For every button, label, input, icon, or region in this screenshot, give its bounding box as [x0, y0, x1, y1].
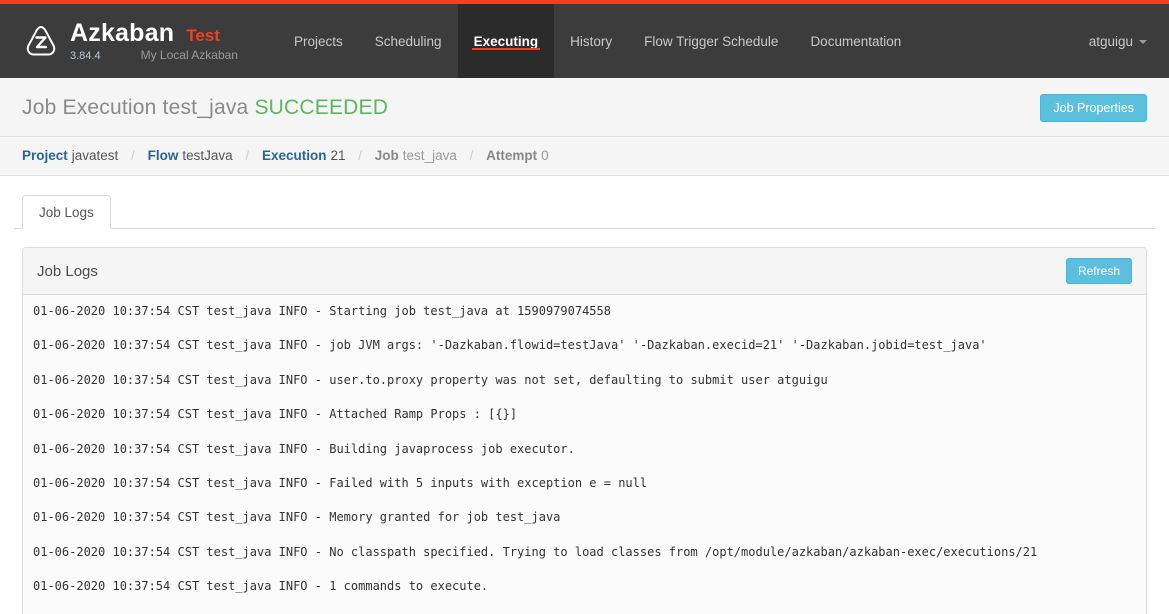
- nav-item-projects[interactable]: Projects: [278, 4, 359, 78]
- breadcrumb-value-job: test_java: [402, 148, 457, 163]
- job-logs-body[interactable]: 01-06-2020 10:37:54 CST test_java INFO -…: [23, 295, 1146, 614]
- refresh-button[interactable]: Refresh: [1065, 258, 1132, 284]
- azkaban-logo-icon: [22, 23, 60, 61]
- breadcrumb-value-project: javatest: [71, 148, 119, 163]
- navbar-right: atguigu: [1089, 4, 1169, 78]
- log-line-prefix: 01-06-2020 10:37:54 CST test_java INFO -: [33, 372, 330, 387]
- breadcrumb-label-flow: Flow: [147, 148, 179, 163]
- log-line-message: 1 commands to execute.: [329, 579, 489, 594]
- job-logs-panel-heading: Job Logs Refresh: [23, 248, 1146, 295]
- status-badge: SUCCEEDED: [254, 96, 389, 119]
- job-logs-panel: Job Logs Refresh 01-06-2020 10:37:54 CST…: [22, 247, 1147, 614]
- log-line: 01-06-2020 10:37:54 CST test_java INFO -…: [33, 441, 1146, 458]
- page-header-actions: Job Properties: [1040, 94, 1147, 122]
- breadcrumb-item-execution[interactable]: Execution 21: [262, 148, 346, 163]
- nav-item-executing[interactable]: Executing: [457, 4, 555, 78]
- breadcrumb-separator: /: [131, 148, 135, 163]
- tab-job-logs[interactable]: Job Logs: [22, 195, 111, 229]
- nav-item-documentation[interactable]: Documentation: [794, 4, 917, 78]
- breadcrumb-separator: /: [245, 148, 250, 163]
- breadcrumb-item-project[interactable]: Project javatest: [22, 148, 118, 163]
- page-title-text: Job Execution test_java: [22, 96, 249, 119]
- nav-item-flow-trigger-schedule[interactable]: Flow Trigger Schedule: [628, 4, 794, 78]
- log-line: 01-06-2020 10:37:54 CST test_java INFO -…: [33, 509, 1146, 526]
- log-line: 01-06-2020 10:37:54 CST test_java INFO -…: [33, 303, 1146, 320]
- log-line-prefix: 01-06-2020 10:37:54 CST test_java INFO -: [33, 544, 330, 559]
- brand-area[interactable]: Azkaban Test 3.84.4 My Local Azkaban: [0, 4, 248, 78]
- log-line-message: job JVM args: '-Dazkaban.flowid=testJava…: [329, 338, 987, 353]
- log-line-prefix: 01-06-2020 10:37:54 CST test_java INFO -: [33, 475, 330, 490]
- log-line-message: user.to.proxy property was not set, defa…: [329, 372, 828, 387]
- chevron-down-icon: [1139, 40, 1147, 44]
- breadcrumb-value-attempt: 0: [541, 148, 549, 163]
- user-name-label: atguigu: [1088, 33, 1133, 49]
- content-area: Job Logs Job Logs Refresh 01-06-2020 10:…: [0, 176, 1169, 614]
- log-line: 01-06-2020 10:37:54 CST test_java INFO -…: [33, 337, 1146, 354]
- user-menu[interactable]: atguigu: [1089, 34, 1147, 49]
- breadcrumb-item-attempt: Attempt 0: [486, 148, 549, 163]
- nav-item-history[interactable]: History: [554, 4, 628, 78]
- page-title: Job Execution test_java SUCCEEDED: [22, 96, 388, 120]
- log-line-prefix: 01-06-2020 10:37:54 CST test_java INFO -: [33, 304, 330, 318]
- job-properties-button[interactable]: Job Properties: [1040, 94, 1147, 122]
- breadcrumb-value-flow: testJava: [182, 148, 233, 163]
- log-line: 01-06-2020 10:37:54 CST test_java INFO -…: [33, 406, 1146, 423]
- log-line-message: Building javaprocess job executor.: [329, 441, 575, 456]
- breadcrumb-separator: /: [358, 148, 363, 163]
- brand-tag: Test: [186, 25, 220, 45]
- log-line-prefix: 01-06-2020 10:37:54 CST test_java INFO -: [33, 338, 330, 353]
- brand-subtitle: My Local Azkaban: [140, 47, 238, 62]
- primary-navigation: Projects Scheduling Executing History Fl…: [278, 4, 917, 78]
- brand-version: 3.84.4: [70, 49, 101, 62]
- log-line-prefix: 01-06-2020 10:37:54 CST test_java INFO -: [33, 441, 330, 456]
- log-line-message: Memory granted for job test_java: [329, 510, 561, 525]
- job-log-output: 01-06-2020 10:37:54 CST test_java INFO -…: [23, 303, 1146, 614]
- log-line-message: Failed with 5 inputs with exception e = …: [329, 475, 648, 490]
- log-line: 01-06-2020 10:37:54 CST test_java INFO -…: [33, 578, 1146, 595]
- log-line: 01-06-2020 10:37:54 CST test_java INFO -…: [33, 372, 1146, 389]
- breadcrumb-label-job: Job: [374, 148, 399, 163]
- tab-bar: Job Logs: [14, 194, 1155, 229]
- main-navbar: Azkaban Test 3.84.4 My Local Azkaban Pro…: [0, 4, 1169, 78]
- breadcrumb-item-job: Job test_java: [375, 148, 457, 163]
- log-line: 01-06-2020 10:37:54 CST test_java INFO -…: [33, 544, 1146, 561]
- job-logs-panel-actions: Refresh: [1065, 258, 1132, 284]
- breadcrumb-label-execution: Execution: [261, 148, 327, 163]
- breadcrumb-value-execution: 21: [330, 148, 346, 163]
- breadcrumb: Project javatest / Flow testJava / Executi…: [0, 137, 1169, 176]
- breadcrumb-label-project: Project: [22, 148, 68, 163]
- log-line: 01-06-2020 10:37:54 CST test_java INFO -…: [33, 475, 1146, 492]
- log-line-message: Attached Ramp Props : [{}]: [329, 407, 518, 422]
- breadcrumb-item-flow[interactable]: Flow testJava: [148, 148, 233, 163]
- log-line-prefix: 01-06-2020 10:37:54 CST test_java INFO -: [33, 510, 330, 525]
- breadcrumb-label-attempt: Attempt: [486, 148, 538, 163]
- nav-item-scheduling[interactable]: Scheduling: [359, 4, 458, 78]
- log-line-prefix: 01-06-2020 10:37:54 CST test_java INFO -: [33, 579, 330, 594]
- log-line-message: Starting job test_java at 1590979074558: [329, 304, 611, 318]
- job-logs-panel-title: Job Logs: [37, 262, 98, 280]
- log-line-message: No classpath specified. Trying to load c…: [329, 544, 1038, 559]
- log-line-prefix: 01-06-2020 10:37:54 CST test_java INFO -: [33, 407, 330, 422]
- page-header: Job Execution test_java SUCCEEDED Job Pr…: [0, 78, 1169, 137]
- brand-name: Azkaban: [70, 18, 175, 47]
- breadcrumb-separator: /: [469, 148, 474, 163]
